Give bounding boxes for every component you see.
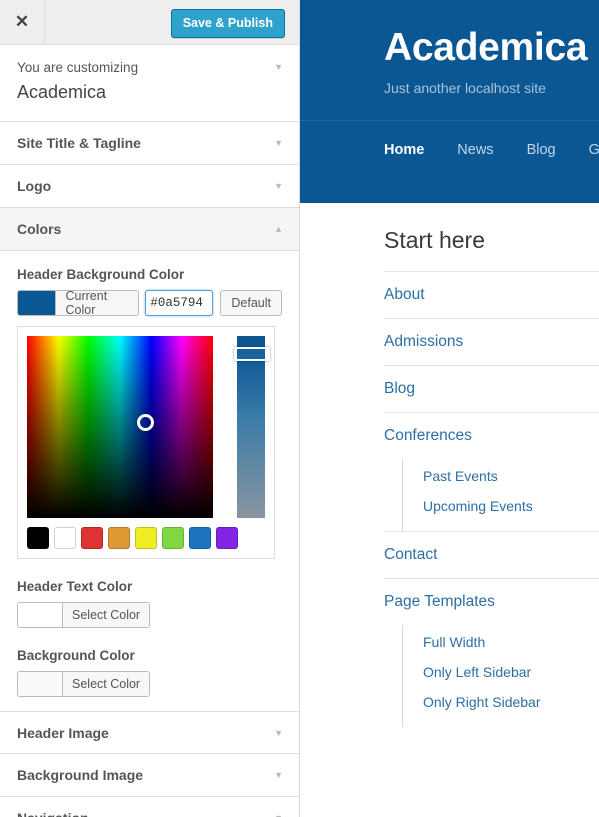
color-picker-top	[27, 336, 270, 519]
list-item: Only Right Sidebar	[403, 687, 599, 717]
palette-swatch[interactable]	[216, 527, 238, 550]
section-title: Site Title & Tagline	[17, 135, 141, 152]
header-background-color-label: Header Background Color	[17, 267, 185, 283]
palette-swatch[interactable]	[108, 527, 130, 550]
chevron-down-icon: ▼	[274, 181, 283, 192]
section-title: Logo	[17, 178, 52, 195]
default-color-button[interactable]: Default	[220, 290, 282, 317]
chevron-down-icon: ▼	[274, 138, 283, 149]
chevron-down-icon: ▼	[274, 770, 283, 781]
list-item: Upcoming Events	[403, 491, 599, 521]
link-admissions[interactable]: Admissions	[384, 319, 599, 365]
color-palette-swatches	[27, 527, 265, 550]
link-blog[interactable]: Blog	[384, 366, 599, 412]
select-color-button[interactable]: Select Color	[17, 671, 151, 698]
select-color-label: Select Color	[62, 672, 150, 697]
link-only-right-sidebar[interactable]: Only Right Sidebar	[403, 687, 599, 717]
color-swatch-preview	[18, 291, 56, 316]
palette-swatch[interactable]	[27, 527, 49, 550]
theme-name: Academica	[17, 82, 107, 103]
link-only-left-sidebar[interactable]: Only Left Sidebar	[403, 657, 599, 687]
link-past-events[interactable]: Past Events	[403, 461, 599, 491]
nav-item-blog[interactable]: Blog	[527, 142, 556, 158]
list-item: Conferences Past Events Upcoming Events	[384, 412, 599, 531]
section-title: Colors	[17, 221, 62, 238]
nav-item-truncated[interactable]: G	[589, 142, 599, 158]
select-color-label: Select Color	[62, 603, 150, 628]
nav-item-home[interactable]: Home	[384, 142, 424, 158]
chevron-down-icon: ▼	[274, 62, 283, 72]
customizer-topbar: ✕ Save & Publish	[0, 0, 299, 45]
color-picker-panel	[17, 326, 275, 560]
section-logo[interactable]: Logo ▼	[0, 165, 299, 209]
page-title: Start here	[384, 227, 485, 253]
site-preview: Academica Just another localhost site Ho…	[300, 0, 599, 817]
customizing-label: You are customizing	[17, 60, 139, 75]
primary-navigation: Home News Blog G	[300, 119, 599, 180]
section-header-image[interactable]: Header Image ▼	[0, 711, 299, 755]
link-page-templates[interactable]: Page Templates	[384, 579, 599, 625]
palette-swatch[interactable]	[81, 527, 103, 550]
customizing-info[interactable]: You are customizing Academica ▼	[0, 45, 299, 123]
list-item: Full Width	[403, 627, 599, 657]
link-upcoming-events[interactable]: Upcoming Events	[403, 491, 599, 521]
link-about[interactable]: About	[384, 272, 599, 318]
palette-swatch[interactable]	[162, 527, 184, 550]
link-contact[interactable]: Contact	[384, 532, 599, 578]
page-content: Start here About Admissions Blog Confere…	[300, 203, 599, 727]
sub-link-list: Full Width Only Left Sidebar Only Right …	[402, 625, 599, 727]
chevron-down-icon: ▼	[274, 728, 283, 739]
section-title: Header Image	[17, 724, 109, 741]
close-icon[interactable]: ✕	[0, 0, 45, 44]
list-item: Page Templates Full Width Only Left Side…	[384, 578, 599, 727]
color-swatch-preview	[18, 672, 62, 697]
sub-link-list: Past Events Upcoming Events	[402, 459, 599, 531]
save-and-publish-button[interactable]: Save & Publish	[170, 9, 285, 39]
section-background-image[interactable]: Background Image ▼	[0, 754, 299, 798]
current-color-label: Current Color	[55, 291, 139, 316]
hue-slider-handle[interactable]	[233, 347, 270, 362]
section-navigation[interactable]: Navigation ▼	[0, 797, 299, 817]
picker-cursor[interactable]	[137, 414, 154, 432]
site-tagline: Just another localhost site	[384, 79, 546, 96]
hue-slider[interactable]	[233, 336, 270, 519]
palette-swatch[interactable]	[135, 527, 157, 550]
list-item: Past Events	[403, 461, 599, 491]
link-conferences[interactable]: Conferences	[384, 413, 599, 459]
list-item: Only Left Sidebar	[403, 657, 599, 687]
list-item: About	[384, 271, 599, 318]
chevron-up-icon: ▲	[274, 224, 283, 235]
header-text-color-label: Header Text Color	[17, 579, 133, 595]
link-full-width[interactable]: Full Width	[403, 627, 599, 657]
palette-swatch[interactable]	[189, 527, 211, 550]
customizer-sidebar: ✕ Save & Publish You are customizing Aca…	[0, 0, 300, 817]
color-swatch-preview	[18, 603, 62, 628]
saturation-value-area[interactable]	[27, 336, 213, 519]
site-header: Academica Just another localhost site Ho…	[300, 0, 599, 203]
customizer-screen: ✕ Save & Publish You are customizing Aca…	[0, 0, 599, 817]
current-color-button[interactable]: Current Color	[17, 290, 140, 317]
list-item: Blog	[384, 365, 599, 412]
section-title: Navigation	[17, 810, 89, 817]
nav-item-news[interactable]: News	[457, 142, 493, 158]
colors-section-body: Header Background Color Current Color De…	[0, 251, 299, 712]
select-color-button[interactable]: Select Color	[17, 602, 151, 629]
header-text-color-control: Select Color	[17, 602, 282, 629]
hex-color-input[interactable]	[145, 290, 214, 317]
section-site-title-tagline[interactable]: Site Title & Tagline ▼	[0, 122, 299, 166]
background-color-control: Select Color	[17, 671, 282, 698]
list-item: Admissions	[384, 318, 599, 365]
header-background-color-control: Current Color Default	[17, 290, 282, 317]
background-color-label: Background Color	[17, 648, 135, 664]
section-colors[interactable]: Colors ▲	[0, 208, 299, 252]
palette-swatch[interactable]	[54, 527, 76, 550]
page-link-list: About Admissions Blog Conferences Past E…	[384, 271, 599, 727]
site-title: Academica	[384, 26, 588, 69]
list-item: Contact	[384, 531, 599, 578]
section-title: Background Image	[17, 767, 144, 784]
